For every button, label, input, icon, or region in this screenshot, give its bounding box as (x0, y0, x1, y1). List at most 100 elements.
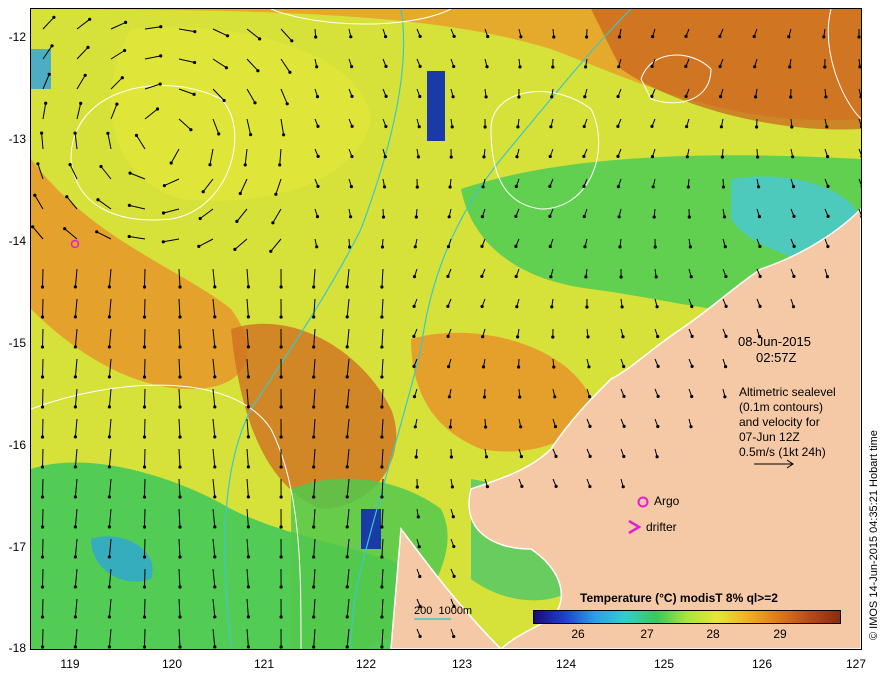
velocity-arrow-head (412, 334, 416, 338)
velocity-arrow-head (382, 185, 387, 189)
velocity-arrow-head (178, 405, 182, 409)
velocity-arrow-head (246, 465, 250, 469)
lat-tick-label: -14 (8, 234, 26, 248)
velocity-arrow-head (246, 495, 250, 499)
velocity-arrow-head (178, 555, 182, 559)
velocity-arrow-head (158, 82, 162, 86)
velocity-arrow-head (348, 245, 352, 249)
velocity-arrow-head (99, 164, 103, 169)
velocity-arrow-head (178, 285, 182, 289)
velocity-arrow-head (724, 365, 728, 369)
velocity-arrow-head (752, 34, 756, 39)
velocity-arrow-head (246, 555, 250, 559)
velocity-arrow-head (825, 125, 829, 129)
velocity-arrow-head (279, 465, 283, 469)
velocity-arrow-head (279, 375, 283, 379)
velocity-arrow-head (40, 435, 45, 439)
velocity-arrow-head (213, 555, 217, 559)
velocity-arrow-head (142, 375, 147, 379)
velocity-arrow-head (107, 495, 111, 499)
image-time: 02:57Z (756, 350, 797, 365)
velocity-arrow-head (73, 315, 77, 319)
velocity-arrow-head (549, 275, 553, 279)
velocity-arrow-head (314, 35, 318, 39)
velocity-arrow-head (380, 465, 384, 469)
velocity-arrow-head (585, 35, 589, 39)
velocity-arrow-head (824, 95, 828, 99)
velocity-arrow-head (127, 234, 131, 239)
velocity-arrow-head (142, 465, 147, 469)
velocity-arrow-head (656, 424, 660, 429)
velocity-arrow-head (484, 95, 488, 99)
velocity-arrow-head (685, 155, 689, 159)
velocity-arrow-head (107, 525, 111, 529)
velocity-arrow-head (79, 101, 83, 105)
velocity-arrow-head (724, 334, 728, 338)
velocity-arrow-head (446, 334, 450, 338)
lon-tick-label: 120 (161, 657, 183, 671)
lat-tick-label: -18 (8, 641, 26, 655)
velocity-arrow-head (452, 34, 456, 38)
velocity-arrow-head (349, 215, 353, 219)
velocity-arrow-head (178, 645, 182, 649)
velocity-arrow-head (238, 191, 242, 196)
velocity-arrow-head (107, 345, 111, 349)
velocity-arrow-head (380, 405, 384, 409)
velocity-arrow-head (792, 214, 796, 218)
velocity-arrow-head (414, 455, 418, 459)
velocity-arrow-head (582, 154, 586, 158)
velocity-arrow-head (823, 65, 827, 69)
velocity-arrow-head (650, 155, 655, 159)
velocity-arrow-head (380, 525, 384, 529)
velocity-arrow-head (617, 65, 621, 69)
velocity-arrow-head (279, 405, 283, 409)
velocity-arrow-head (621, 485, 625, 489)
velocity-arrow-head (233, 247, 237, 251)
velocity-arrow-head (312, 645, 316, 649)
description-line: 07-Jun 12Z (739, 430, 800, 444)
velocity-arrow-head (73, 615, 77, 619)
velocity-arrow-head (792, 244, 796, 248)
velocity-arrow-head (316, 184, 320, 188)
velocity-arrow-head (246, 585, 250, 589)
velocity-arrow-head (380, 495, 384, 499)
velocity-arrow-head (193, 30, 197, 34)
velocity-arrow-head (826, 184, 830, 188)
velocity-arrow-head (350, 154, 354, 159)
velocity-arrow-head (550, 305, 554, 309)
velocity-arrow-head (482, 155, 486, 159)
velocity-arrow-head (690, 334, 694, 338)
velocity-arrow-head (246, 315, 250, 319)
velocity-arrow-head (758, 304, 762, 308)
velocity-arrow-head (416, 155, 420, 159)
velocity-arrow (42, 478, 44, 498)
velocity-arrow-head (271, 221, 275, 225)
velocity-arrow-head (620, 305, 624, 309)
velocity-arrow-head (345, 375, 349, 379)
velocity-arrow-head (514, 184, 518, 189)
velocity-arrow-head (484, 455, 489, 459)
velocity-arrow-head (123, 48, 127, 53)
velocity-arrow-head (243, 163, 247, 167)
velocity-arrow-head (246, 645, 250, 649)
velocity-arrow-head (315, 95, 320, 99)
velocity-arrow-head (417, 545, 421, 549)
velocity-arrow-head (654, 275, 658, 279)
velocity-arrow-head (222, 98, 226, 103)
velocity-arrow-head (485, 485, 489, 489)
velocity-arrow-head (40, 525, 45, 529)
velocity-arrow (42, 628, 44, 648)
velocity-arrow-head (724, 274, 728, 279)
velocity-arrow (42, 418, 44, 438)
velocity-arrow-head (588, 395, 592, 399)
velocity-arrow-head (107, 615, 111, 619)
velocity-arrow-head (213, 315, 217, 319)
velocity-arrow-head (213, 435, 217, 439)
velocity-arrow-head (480, 215, 484, 219)
velocity-arrow-head (516, 335, 520, 339)
velocity-arrow-head (345, 435, 349, 439)
velocity-arrow-head (258, 37, 262, 41)
velocity-arrow-head (40, 495, 45, 499)
velocity-arrow-head (159, 25, 163, 29)
velocity-arrow-head (246, 435, 250, 439)
